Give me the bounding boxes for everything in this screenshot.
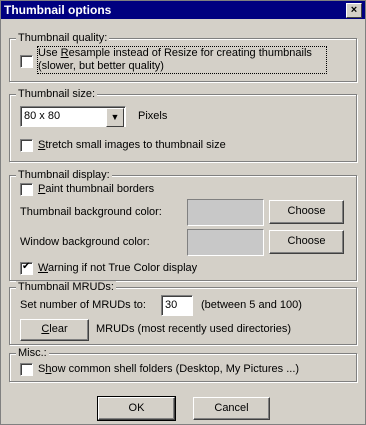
warning-accel: W: [38, 262, 48, 274]
choose-thumbnail-bg-button[interactable]: Choose: [269, 200, 344, 224]
mruds-group: Thumbnail MRUDs: Set number of MRUDs to:…: [9, 281, 357, 345]
paint-borders-text: aint thumbnail borders: [45, 183, 155, 195]
clear-text: lear: [49, 323, 68, 335]
mruds-range-text: (between 5 and 100): [201, 299, 302, 311]
mruds-description: MRUDs (most recently used directories): [96, 323, 291, 335]
use-resample-label[interactable]: Use Resample instead of Resize for creat…: [37, 46, 327, 74]
thumbnail-bg-swatch: [187, 199, 264, 226]
use-resample-checkbox[interactable]: [20, 55, 33, 68]
mruds-legend: Thumbnail MRUDs:: [16, 281, 116, 293]
mruds-count-label: Set number of MRUDs to:: [20, 299, 146, 311]
close-icon: ×: [350, 4, 358, 16]
window-bg-swatch: [187, 229, 264, 256]
paint-borders-label[interactable]: Paint thumbnail borders: [38, 183, 154, 195]
stretch-text: tretch small images to thumbnail size: [45, 139, 226, 151]
stretch-checkbox[interactable]: [20, 139, 33, 152]
quality-group: Thumbnail quality: Use Resample instead …: [9, 32, 357, 82]
size-legend: Thumbnail size:: [16, 88, 98, 100]
display-legend: Thumbnail display:: [16, 169, 112, 181]
use-resample-accel: R: [60, 47, 69, 59]
clear-mruds-button[interactable]: Clear: [20, 319, 89, 341]
combo-dropdown-button[interactable]: ▼: [106, 108, 124, 127]
quality-legend: Thumbnail quality:: [16, 32, 110, 44]
thumbnail-bg-label: Thumbnail background color:: [20, 206, 162, 218]
pixels-label: Pixels: [138, 110, 168, 122]
warning-text: arning if not True Color display: [47, 262, 198, 274]
misc-legend: Misc.:: [16, 347, 49, 359]
thumbnail-size-value: 80 x 80: [24, 110, 61, 122]
misc-group: Misc.: Show common shell folders (Deskto…: [9, 347, 357, 382]
stretch-label[interactable]: Stretch small images to thumbnail size: [38, 139, 226, 151]
paint-borders-checkbox[interactable]: [20, 183, 33, 196]
title-bar[interactable]: Thumbnail options ×: [1, 1, 365, 19]
true-color-warning-checkbox[interactable]: [20, 261, 33, 275]
ok-button[interactable]: OK: [97, 396, 176, 421]
show-shell-folders-label[interactable]: Show common shell folders (Desktop, My P…: [38, 363, 299, 375]
thumbnail-options-dialog: Thumbnail options × Thumbnail quality: U…: [0, 0, 366, 425]
window-bg-label: Window background color:: [20, 236, 150, 248]
chevron-down-icon: ▼: [110, 112, 120, 122]
choose-window-bg-button[interactable]: Choose: [269, 230, 344, 254]
show-shell-text-b: ow common shell folders (Desktop, My Pic…: [51, 363, 300, 375]
dialog-title: Thumbnail options: [4, 3, 112, 17]
thumbnail-size-combo[interactable]: 80 x 80 ▼: [20, 106, 126, 127]
size-group: Thumbnail size: 80 x 80 ▼ Pixels Stretch…: [9, 88, 357, 162]
true-color-warning-label[interactable]: Warning if not True Color display: [38, 262, 197, 274]
display-group: Thumbnail display: Paint thumbnail borde…: [9, 169, 357, 281]
mruds-count-input[interactable]: 30: [161, 295, 193, 316]
close-button[interactable]: ×: [346, 3, 362, 18]
use-resample-text-a: Use: [38, 47, 61, 59]
use-resample-text-b: esample instead of Resize for creating t…: [68, 47, 312, 59]
use-resample-text-c: (slower, but better quality): [38, 60, 164, 72]
cancel-button[interactable]: Cancel: [193, 397, 270, 420]
show-shell-folders-checkbox[interactable]: [20, 363, 33, 376]
